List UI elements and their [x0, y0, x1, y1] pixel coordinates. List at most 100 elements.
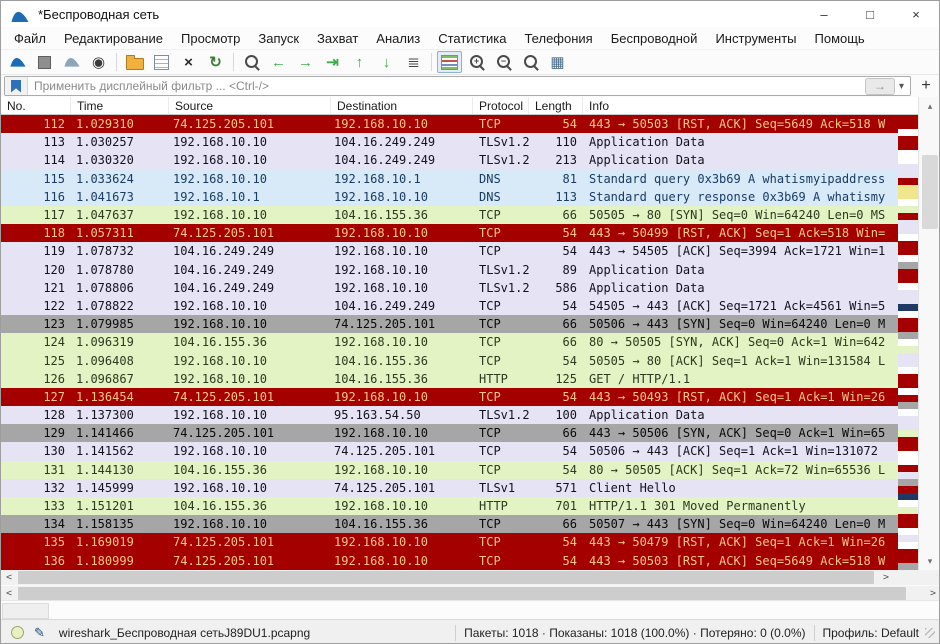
go-last-packet-button[interactable]: ↓ [374, 51, 399, 73]
packet-row[interactable]: 1181.05731174.125.205.101192.168.10.10TC… [1, 224, 940, 242]
menu-item-2[interactable]: Редактирование [55, 29, 172, 48]
column-header-destination[interactable]: Destination [331, 97, 473, 114]
horizontal-scrollbar-thumb[interactable] [18, 571, 874, 584]
packet-row[interactable]: 1361.18099974.125.205.101192.168.10.10TC… [1, 552, 940, 570]
packet-row[interactable]: 1331.151201104.16.155.36192.168.10.10HTT… [1, 497, 940, 515]
capture-options-button[interactable]: ◉ [86, 51, 111, 73]
menu-item-4[interactable]: Запуск [249, 29, 308, 48]
menu-item-1[interactable]: Файл [5, 29, 55, 48]
go-to-packet-button[interactable]: ⇥ [320, 51, 345, 73]
resize-grip[interactable] [925, 628, 935, 638]
maximize-button[interactable]: □ [847, 1, 893, 27]
packet-row[interactable]: 1161.041673192.168.10.1192.168.10.10DNS1… [1, 188, 940, 206]
stop-capture-button[interactable] [32, 51, 57, 73]
packet-row[interactable]: 1131.030257192.168.10.10104.16.249.249TL… [1, 133, 940, 151]
apply-filter-button[interactable]: → [865, 78, 895, 95]
vertical-scrollbar[interactable]: ▴ ▾ [918, 97, 940, 570]
packet-row[interactable]: 1201.078780104.16.249.249192.168.10.10TL… [1, 261, 940, 279]
packet-row[interactable]: 1341.158135192.168.10.10104.16.155.36TCP… [1, 515, 940, 533]
packet-row[interactable]: 1311.144130104.16.155.36192.168.10.10TCP… [1, 461, 940, 479]
packet-row[interactable]: 1321.145999192.168.10.1074.125.205.101TL… [1, 479, 940, 497]
zoom-original-button[interactable] [518, 51, 543, 73]
menu-item-9[interactable]: Беспроводной [602, 29, 707, 48]
restart-capture-button[interactable] [59, 51, 84, 73]
go-forward-button[interactable]: → [293, 51, 318, 73]
close-button[interactable]: × [893, 1, 939, 27]
column-header-no[interactable]: No. [1, 97, 71, 114]
reload-file-button[interactable]: ↻ [203, 51, 228, 73]
packet-row[interactable]: 1291.14146674.125.205.101192.168.10.10TC… [1, 424, 940, 442]
packet-len: 54 [529, 535, 583, 549]
capture-comment-icon[interactable]: ✎ [34, 625, 45, 641]
packet-row[interactable]: 1301.141562192.168.10.1074.125.205.101TC… [1, 442, 940, 460]
column-header-length[interactable]: Length [529, 97, 583, 114]
auto-scroll-button[interactable]: ≣ [401, 51, 426, 73]
packet-time: 1.078806 [71, 281, 169, 295]
packet-row[interactable]: 1191.078732104.16.249.249192.168.10.10TC… [1, 242, 940, 260]
zoom-in-button[interactable]: + [464, 51, 489, 73]
menu-item-10[interactable]: Инструменты [706, 29, 805, 48]
packet-row[interactable]: 1121.02931074.125.205.101192.168.10.10TC… [1, 115, 940, 133]
packet-src: 192.168.10.10 [169, 172, 331, 186]
column-header-protocol[interactable]: Protocol [473, 97, 529, 114]
colorize-packets-button[interactable] [437, 51, 462, 73]
packet-row[interactable]: 1351.16901974.125.205.101192.168.10.10TC… [1, 533, 940, 551]
packet-row[interactable]: 1271.13645474.125.205.101192.168.10.10TC… [1, 388, 940, 406]
resize-columns-button[interactable]: ▦ [545, 51, 570, 73]
filter-bookmark-button[interactable] [5, 77, 28, 95]
close-file-button[interactable]: × [176, 51, 201, 73]
zoom-out-button[interactable]: − [491, 51, 516, 73]
packet-row[interactable]: 1141.030320192.168.10.10104.16.249.249TL… [1, 151, 940, 169]
go-back-button[interactable]: ← [266, 51, 291, 73]
scroll-left-icon[interactable]: < [1, 586, 17, 601]
find-packet-button[interactable] [239, 51, 264, 73]
vertical-scrollbar-thumb[interactable] [922, 155, 938, 229]
packet-row[interactable]: 1261.096867192.168.10.10104.16.155.36HTT… [1, 370, 940, 388]
packet-row[interactable]: 1211.078806104.16.249.249192.168.10.10TL… [1, 279, 940, 297]
start-capture-button[interactable] [5, 51, 30, 73]
menu-item-7[interactable]: Статистика [429, 29, 515, 48]
go-first-packet-button[interactable]: ↑ [347, 51, 372, 73]
horizontal-scrollbar-list[interactable]: < > [1, 570, 940, 585]
column-header-source[interactable]: Source [169, 97, 331, 114]
scroll-up-icon[interactable]: ▴ [919, 99, 940, 113]
menu-item-6[interactable]: Анализ [367, 29, 429, 48]
minimap-stripe [898, 164, 918, 171]
column-header-time[interactable]: Time [71, 97, 169, 114]
menu-item-11[interactable]: Помощь [806, 29, 874, 48]
menu-item-8[interactable]: Телефония [515, 29, 601, 48]
packet-row[interactable]: 1241.096319104.16.155.36192.168.10.10TCP… [1, 333, 940, 351]
packet-dst: 74.125.205.101 [331, 444, 473, 458]
filter-dropdown-icon[interactable]: ▾ [899, 81, 904, 92]
toolbar-separator [233, 53, 234, 71]
scroll-down-icon[interactable]: ▾ [919, 554, 940, 568]
packet-row[interactable]: 1171.047637192.168.10.10104.16.155.36TCP… [1, 206, 940, 224]
add-filter-button[interactable]: + [916, 76, 936, 96]
save-file-button[interactable] [149, 51, 174, 73]
packet-row[interactable]: 1251.096408192.168.10.10104.16.155.36TCP… [1, 351, 940, 369]
minimap-stripe [898, 521, 918, 528]
horizontal-scrollbar-thumb[interactable] [18, 587, 906, 600]
scroll-right-icon[interactable]: > [878, 570, 894, 585]
display-filter-input[interactable] [28, 79, 865, 93]
packet-time: 1.078732 [71, 244, 169, 258]
packet-row[interactable]: 1281.137300192.168.10.1095.163.54.50TLSv… [1, 406, 940, 424]
minimize-button[interactable]: – [801, 1, 847, 27]
open-file-button[interactable] [122, 51, 147, 73]
expert-info-icon[interactable] [11, 626, 24, 639]
packet-minimap[interactable] [898, 115, 918, 570]
packet-row[interactable]: 1151.033624192.168.10.10192.168.10.1DNS8… [1, 170, 940, 188]
packet-row[interactable]: 1221.078822192.168.10.10104.16.249.249TC… [1, 297, 940, 315]
scroll-left-icon[interactable]: < [1, 570, 17, 585]
go-back-icon: ← [271, 55, 286, 70]
scroll-right-icon[interactable]: > [925, 586, 940, 601]
packet-dst: 74.125.205.101 [331, 317, 473, 331]
packet-row[interactable]: 1231.079985192.168.10.1074.125.205.101TC… [1, 315, 940, 333]
horizontal-scrollbar-secondary[interactable]: < > [1, 585, 940, 601]
menu-item-3[interactable]: Просмотр [172, 29, 249, 48]
capture-filename[interactable]: wireshark_Беспроводная сетьJ89DU1.pcapng [59, 626, 310, 640]
column-header-info[interactable]: Info [583, 97, 940, 114]
toolbar-separator [116, 53, 117, 71]
menu-item-5[interactable]: Захват [308, 29, 367, 48]
profile-label[interactable]: Профиль: Default [823, 626, 920, 640]
